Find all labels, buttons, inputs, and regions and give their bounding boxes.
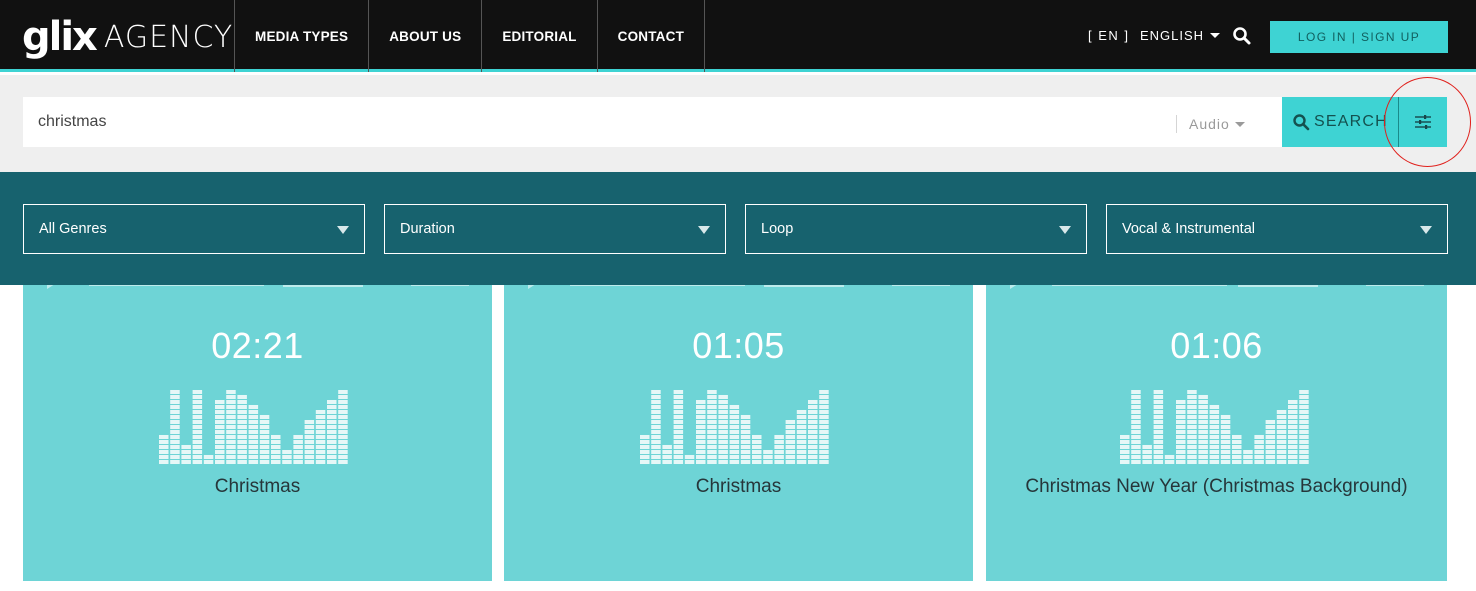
- search-button[interactable]: SEARCH: [1282, 97, 1398, 147]
- chevron-down-icon: [1234, 121, 1245, 127]
- main-nav: MEDIA TYPES ABOUT US EDITORIAL CONTACT: [234, 0, 706, 72]
- equalizer-icon: [640, 390, 829, 464]
- track-title[interactable]: Christmas New Year (Christmas Background…: [986, 476, 1447, 498]
- logo-mark: glix: [22, 14, 98, 60]
- media-type-label: Audio: [1189, 116, 1230, 132]
- loop-dropdown[interactable]: Loop: [745, 204, 1087, 254]
- vocal-dropdown-label: Vocal & Instrumental: [1122, 221, 1255, 237]
- search-area: Audio SEARCH: [0, 75, 1476, 172]
- track-title[interactable]: Christmas: [23, 476, 492, 498]
- search-icon[interactable]: [1232, 26, 1252, 46]
- chevron-down-icon: [1210, 33, 1221, 38]
- genre-dropdown[interactable]: All Genres: [23, 204, 365, 254]
- duration-dropdown[interactable]: Duration: [384, 204, 726, 254]
- result-card[interactable]: 01:06 Christmas New Year (Christmas Back…: [986, 285, 1447, 581]
- caret-down-icon: [1420, 226, 1432, 234]
- track-duration: 01:05: [692, 325, 785, 366]
- genre-dropdown-label: All Genres: [39, 221, 107, 237]
- track-title[interactable]: Christmas: [504, 476, 973, 498]
- nav-editorial[interactable]: EDITORIAL: [481, 0, 596, 72]
- language-code[interactable]: [ EN ]: [1088, 28, 1130, 43]
- site-logo[interactable]: glix AGENCY: [22, 14, 233, 60]
- nav-contact[interactable]: CONTACT: [596, 0, 706, 72]
- audio-player-strip: [47, 285, 469, 289]
- caret-down-icon: [337, 226, 349, 234]
- annotation-circle: [1384, 77, 1471, 167]
- nav-media-types[interactable]: MEDIA TYPES: [234, 0, 368, 72]
- loop-dropdown-label: Loop: [761, 221, 794, 237]
- caret-down-icon: [1059, 226, 1071, 234]
- language-label: ENGLISH: [1140, 28, 1205, 43]
- divider: [1176, 115, 1177, 133]
- vocal-dropdown[interactable]: Vocal & Instrumental: [1106, 204, 1448, 254]
- equalizer-icon: [159, 390, 348, 464]
- equalizer-icon: [1120, 390, 1309, 464]
- login-signup-button[interactable]: LOG IN | SIGN UP: [1270, 21, 1448, 53]
- duration-dropdown-label: Duration: [400, 221, 455, 237]
- filter-bar: All Genres Duration Loop Vocal & Instrum…: [0, 172, 1476, 285]
- audio-player-strip: [528, 285, 950, 289]
- result-card[interactable]: 01:05 Christmas: [504, 285, 973, 581]
- audio-player-strip: [1010, 285, 1424, 289]
- track-duration: 02:21: [211, 325, 304, 366]
- top-navigation-bar: glix AGENCY MEDIA TYPES ABOUT US EDITORI…: [0, 0, 1476, 72]
- logo-text: AGENCY: [103, 19, 234, 55]
- result-card[interactable]: 02:21 Christmas: [23, 285, 492, 581]
- search-icon: [1293, 114, 1310, 131]
- language-select[interactable]: ENGLISH: [1140, 28, 1221, 43]
- media-type-select[interactable]: Audio: [1189, 116, 1245, 132]
- track-duration: 01:06: [1170, 325, 1263, 366]
- nav-about-us[interactable]: ABOUT US: [368, 0, 481, 72]
- search-button-label: SEARCH: [1314, 113, 1388, 130]
- search-input[interactable]: [23, 97, 1282, 147]
- caret-down-icon: [698, 226, 710, 234]
